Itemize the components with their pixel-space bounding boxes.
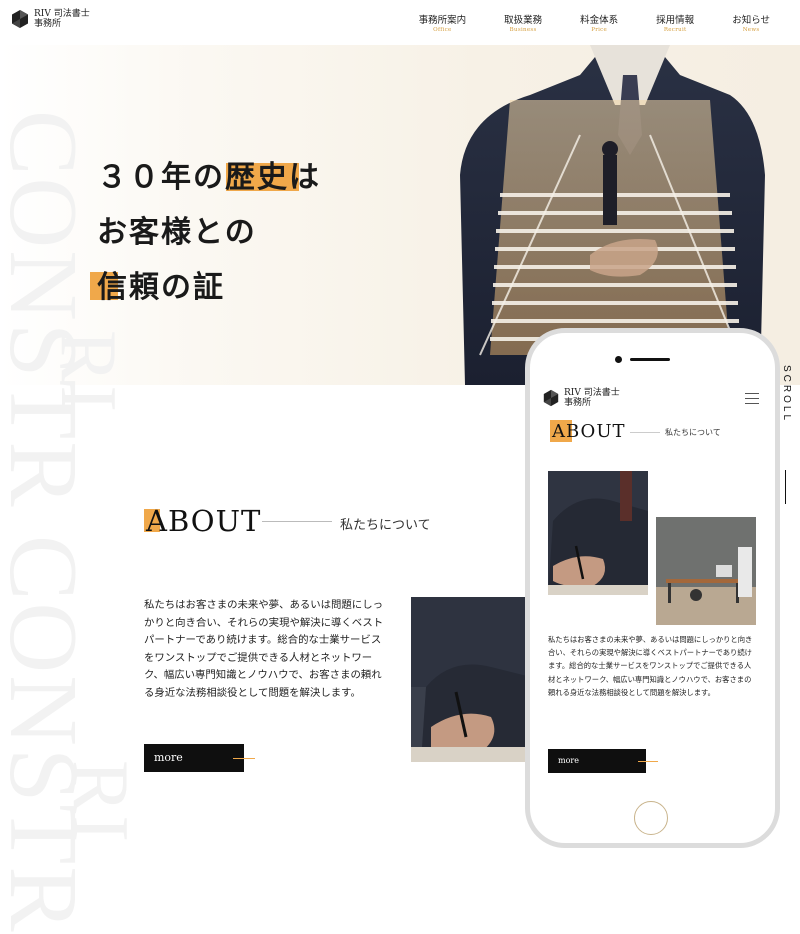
logo-text-line1: RIV 司法書士 — [34, 9, 90, 19]
hero-line-2: お客様との — [97, 215, 257, 250]
nav-label: 事務所案内 — [418, 15, 467, 26]
nav-price[interactable]: 料金体系 Price — [580, 12, 618, 33]
phone-about-subheading: 私たちについて — [665, 428, 721, 437]
logo-text-line2: 事務所 — [564, 398, 592, 408]
about-heading: ABOUT — [146, 504, 262, 538]
phone-more-accent-line — [638, 761, 658, 762]
global-nav: 事務所案内 Office 取扱業務 Business 料金体系 Price 採用… — [419, 12, 770, 33]
phone-site-logo[interactable]: RIV 司法書士 事務所 — [542, 388, 620, 408]
phone-about-divider — [630, 432, 660, 433]
nav-business[interactable]: 取扱業務 Business — [504, 12, 542, 33]
nav-sublabel: Office — [433, 27, 452, 33]
about-subheading: 私たちについて — [340, 518, 431, 533]
phone-pen-signing-image — [548, 471, 648, 595]
nav-sublabel: Recruit — [663, 27, 687, 33]
nav-label: 料金体系 — [580, 15, 619, 26]
site-logo[interactable]: RIV 司法書士 事務所 — [10, 9, 90, 29]
phone-home-button — [634, 801, 668, 835]
more-button-accent-line — [233, 758, 255, 759]
logo-hexagon-icon — [12, 10, 28, 28]
hero-catchcopy: ３０年の歴史は お客様との 信頼の証 — [97, 150, 321, 315]
nav-sublabel: News — [742, 27, 760, 33]
phone-about-body-text: 私たちはお客さまの未来や夢、あるいは問題にしっかりと向き合い、それらの実現や解決… — [548, 635, 753, 697]
about-divider — [262, 521, 332, 522]
scroll-indicator[interactable]: SCROLL — [781, 365, 792, 423]
nav-sublabel: Price — [591, 27, 608, 33]
phone-office-image — [656, 517, 756, 625]
about-more-button[interactable]: more — [144, 744, 244, 772]
nav-label: 採用情報 — [656, 15, 695, 26]
logo-text-line2: 事務所 — [34, 19, 62, 29]
phone-speaker — [630, 358, 670, 361]
phone-mockup: RIV 司法書士 事務所 ABOUT 私たちについて 私たちはお客さまの未来や夢… — [525, 328, 780, 848]
nav-sublabel: Business — [509, 27, 537, 33]
nav-label: 取扱業務 — [504, 15, 543, 26]
hero-line-1: ３０年の歴史は — [97, 160, 321, 195]
hero-line-3: 信頼の証 — [97, 270, 225, 305]
phone-more-button[interactable]: more — [548, 749, 646, 773]
logo-text-line1: RIV 司法書士 — [564, 388, 620, 398]
about-body-text: 私たちはお客さまの未来や夢、あるいは問題にしっかりと向き合い、それらの実現や解決… — [144, 599, 384, 699]
nav-label: お知らせ — [732, 15, 770, 26]
about-bg-text-2: RI — [56, 760, 144, 844]
nav-news[interactable]: お知らせ News — [732, 12, 770, 33]
hero-bg-text-2: RI — [44, 330, 132, 414]
phone-about-heading: ABOUT — [552, 421, 626, 442]
about-pen-signing-image — [411, 597, 531, 762]
hamburger-menu-icon[interactable] — [745, 393, 759, 408]
hero-bg-text: CONSTR — [0, 110, 97, 509]
phone-camera — [615, 356, 622, 363]
logo-hexagon-icon — [543, 389, 559, 407]
nav-office[interactable]: 事務所案内 Office — [419, 12, 467, 33]
scroll-line — [785, 470, 786, 504]
about-bg-text: CONSTR — [0, 535, 97, 934]
nav-recruit[interactable]: 採用情報 Recruit — [656, 12, 694, 33]
